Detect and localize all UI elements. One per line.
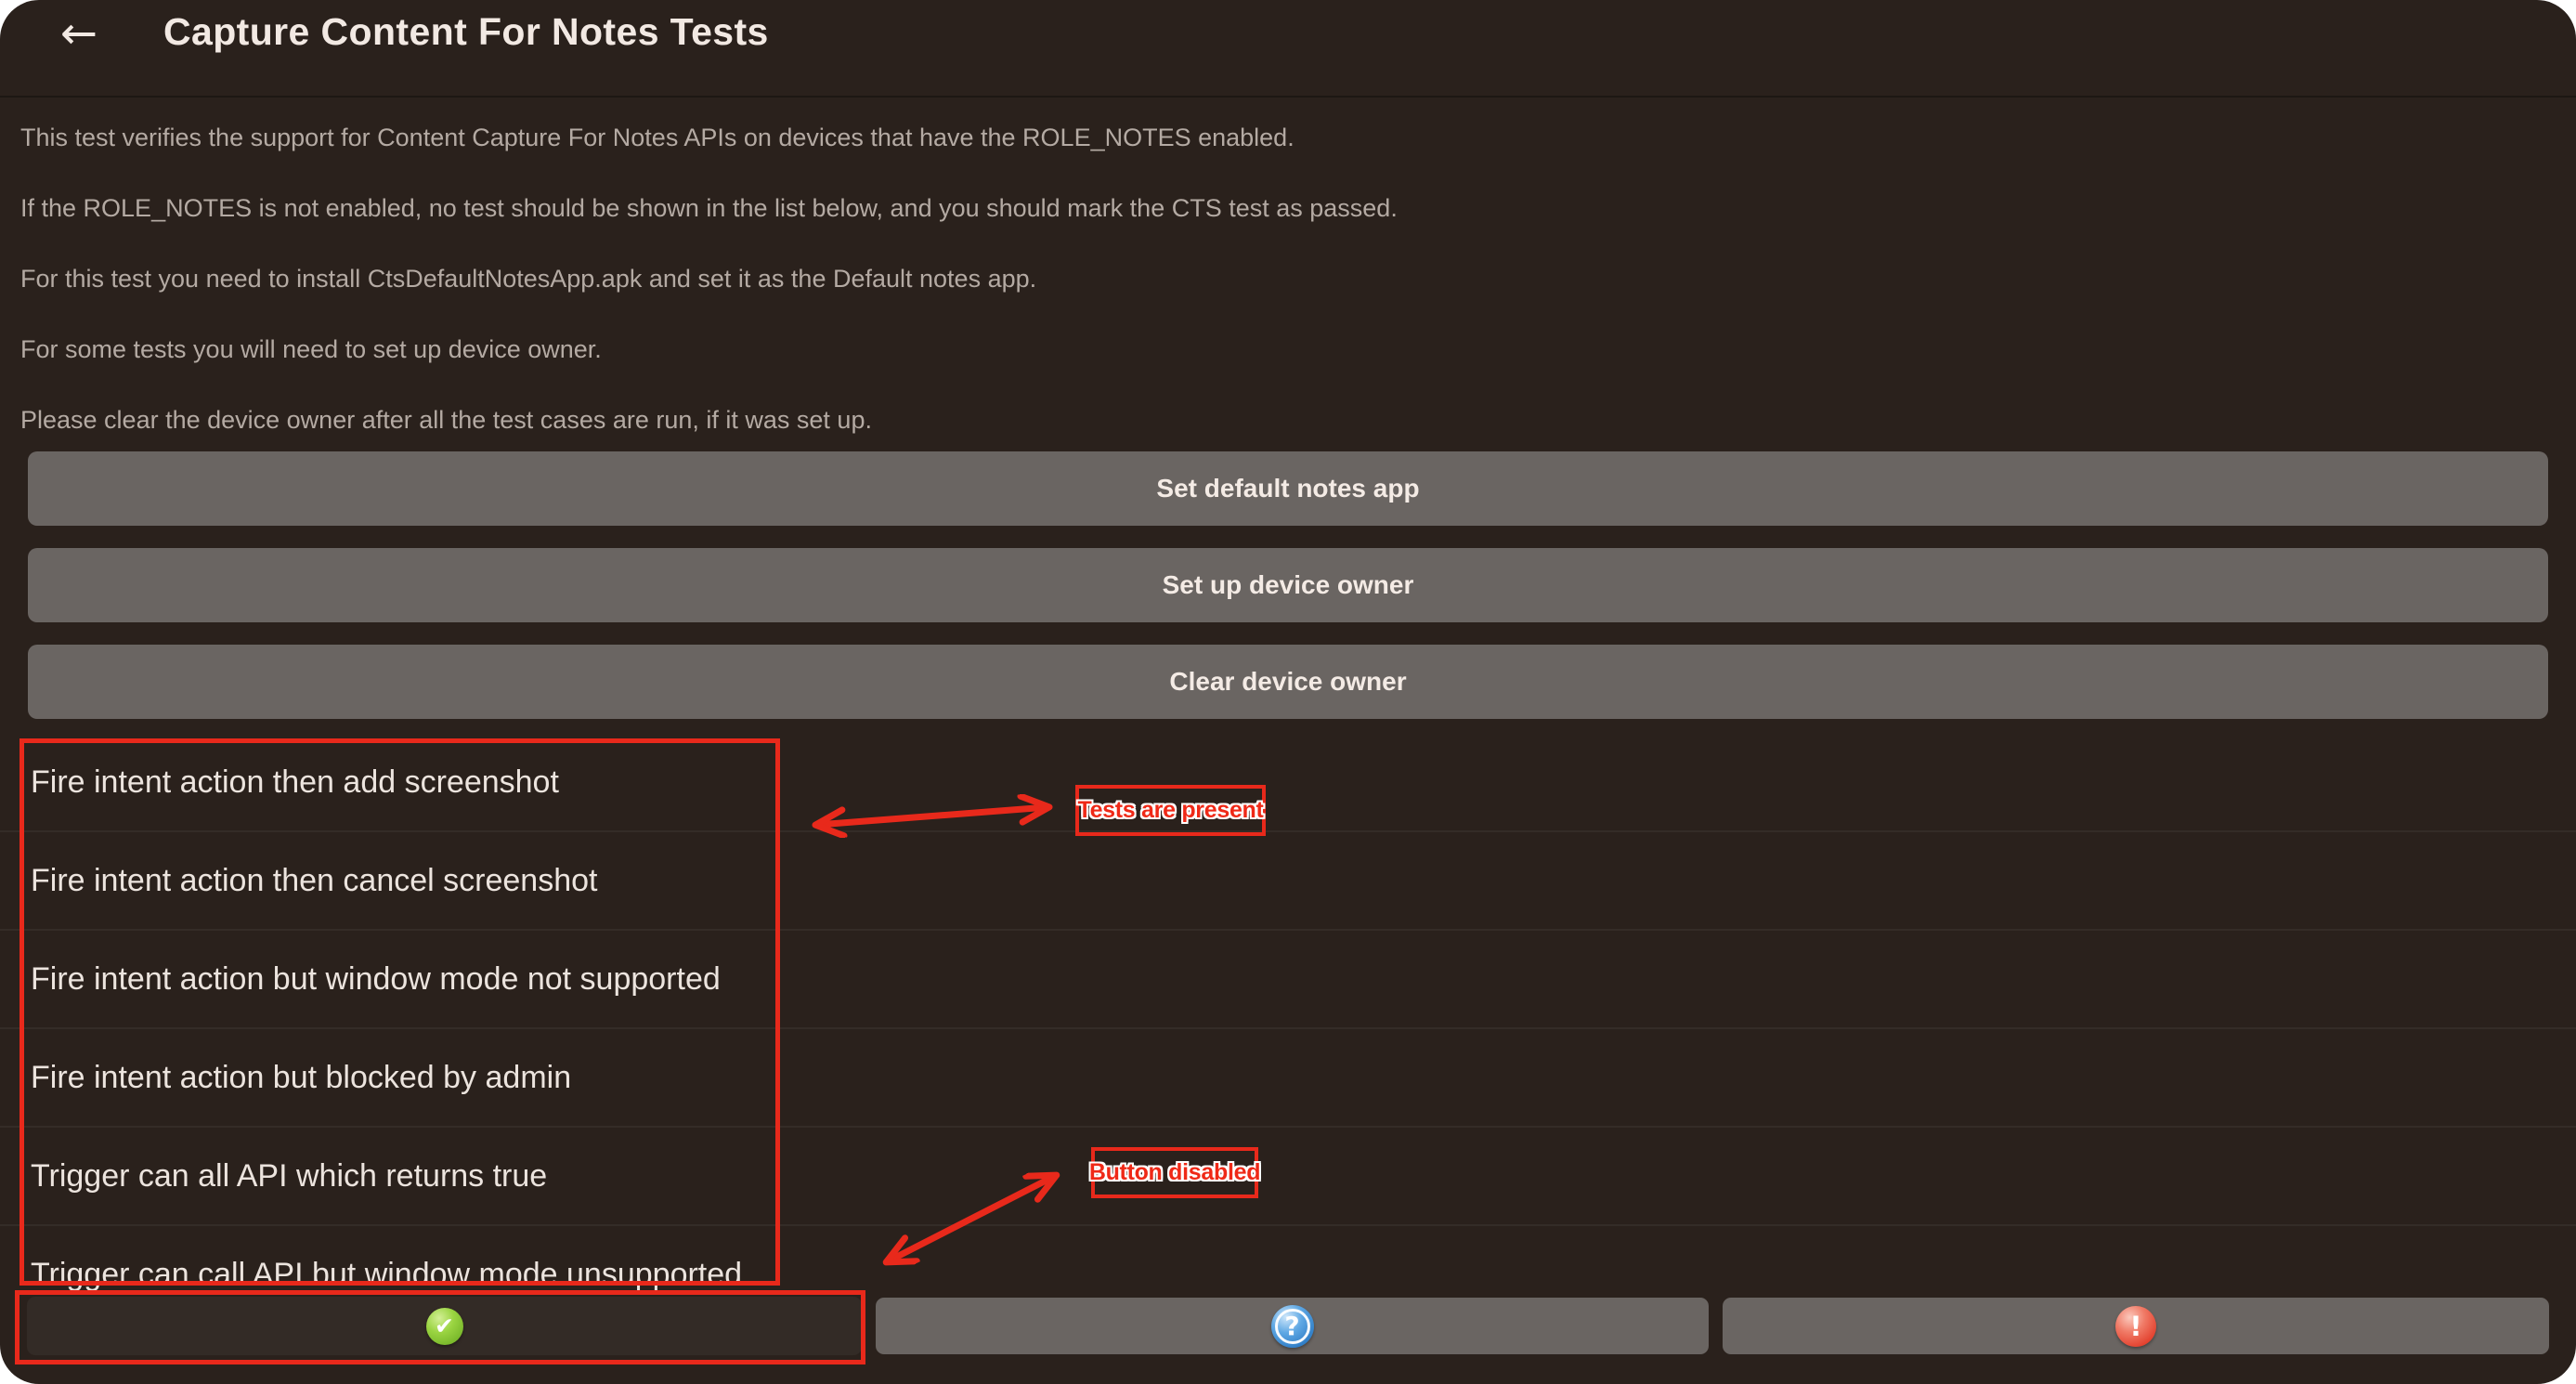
clear-device-owner-button[interactable]: Clear device owner (28, 645, 2548, 719)
test-list-item[interactable]: Fire intent action then cancel screensho… (0, 832, 2576, 931)
app-bar: ← Capture Content For Notes Tests (0, 0, 2576, 98)
set-up-device-owner-button[interactable]: Set up device owner (28, 548, 2548, 622)
instruction-line: For some tests you will need to set up d… (20, 335, 602, 364)
instruction-line: If the ROLE_NOTES is not enabled, no tes… (20, 194, 1398, 223)
info-question-icon: ? (1271, 1305, 1314, 1348)
set-default-notes-app-button[interactable]: Set default notes app (28, 451, 2548, 526)
test-list-item[interactable]: Trigger can call API but window mode uns… (0, 1226, 2576, 1297)
test-list-item[interactable]: Trigger can all API which returns true (0, 1128, 2576, 1226)
test-list: Fire intent action then add screenshot F… (0, 734, 2576, 1297)
pass-check-icon: ✔ (426, 1308, 463, 1345)
test-list-item[interactable]: Fire intent action but blocked by admin (0, 1029, 2576, 1128)
cts-verifier-window: ← Capture Content For Notes Tests This t… (0, 0, 2576, 1384)
page-title: Capture Content For Notes Tests (163, 10, 769, 54)
fail-exclamation-icon: ! (2115, 1306, 2156, 1347)
instruction-line: For this test you need to install CtsDef… (20, 265, 1036, 294)
instruction-line: Please clear the device owner after all … (20, 406, 872, 435)
info-button[interactable]: ? (876, 1298, 1709, 1354)
back-arrow-icon[interactable]: ← (51, 4, 107, 63)
screenshot-root: ← Capture Content For Notes Tests This t… (0, 0, 2576, 1384)
test-list-item[interactable]: Fire intent action but window mode not s… (0, 931, 2576, 1029)
pass-button[interactable]: ✔ (27, 1297, 862, 1355)
fail-button[interactable]: ! (1723, 1298, 2549, 1354)
test-list-item[interactable]: Fire intent action then add screenshot (0, 734, 2576, 832)
instruction-line: This test verifies the support for Conte… (20, 124, 1295, 152)
